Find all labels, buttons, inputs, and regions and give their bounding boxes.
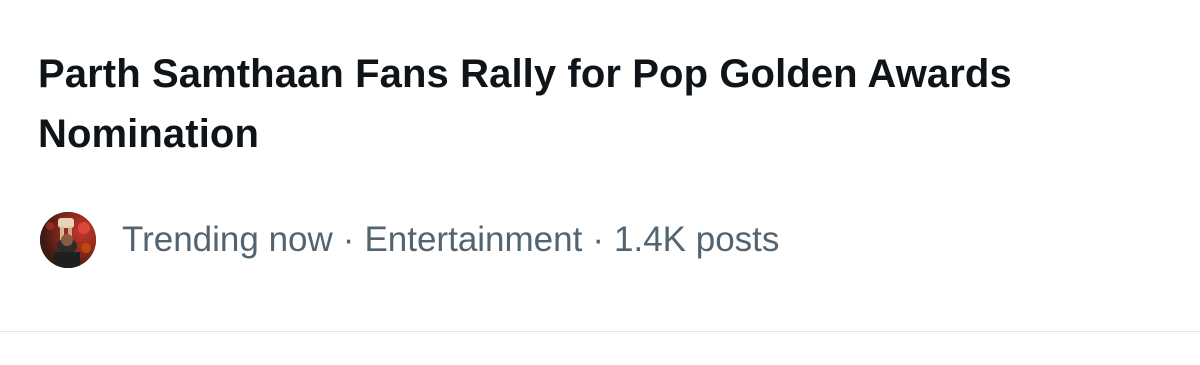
trend-category[interactable]: Entertainment	[364, 220, 582, 259]
trend-meta: Trending now · Entertainment · 1.4K posts	[40, 212, 779, 268]
divider	[0, 331, 1200, 332]
trend-card[interactable]: Parth Samthaan Fans Rally for Pop Golden…	[0, 0, 1200, 332]
trend-title[interactable]: Parth Samthaan Fans Rally for Pop Golden…	[38, 44, 1168, 164]
trend-meta-text: Trending now · Entertainment · 1.4K posts	[122, 212, 779, 268]
avatar-image	[40, 212, 96, 268]
avatar[interactable]	[40, 212, 96, 268]
trend-post-count: 1.4K posts	[614, 220, 780, 259]
meta-separator: ·	[592, 220, 604, 259]
trend-status: Trending now	[122, 220, 333, 259]
meta-separator: ·	[342, 220, 355, 259]
